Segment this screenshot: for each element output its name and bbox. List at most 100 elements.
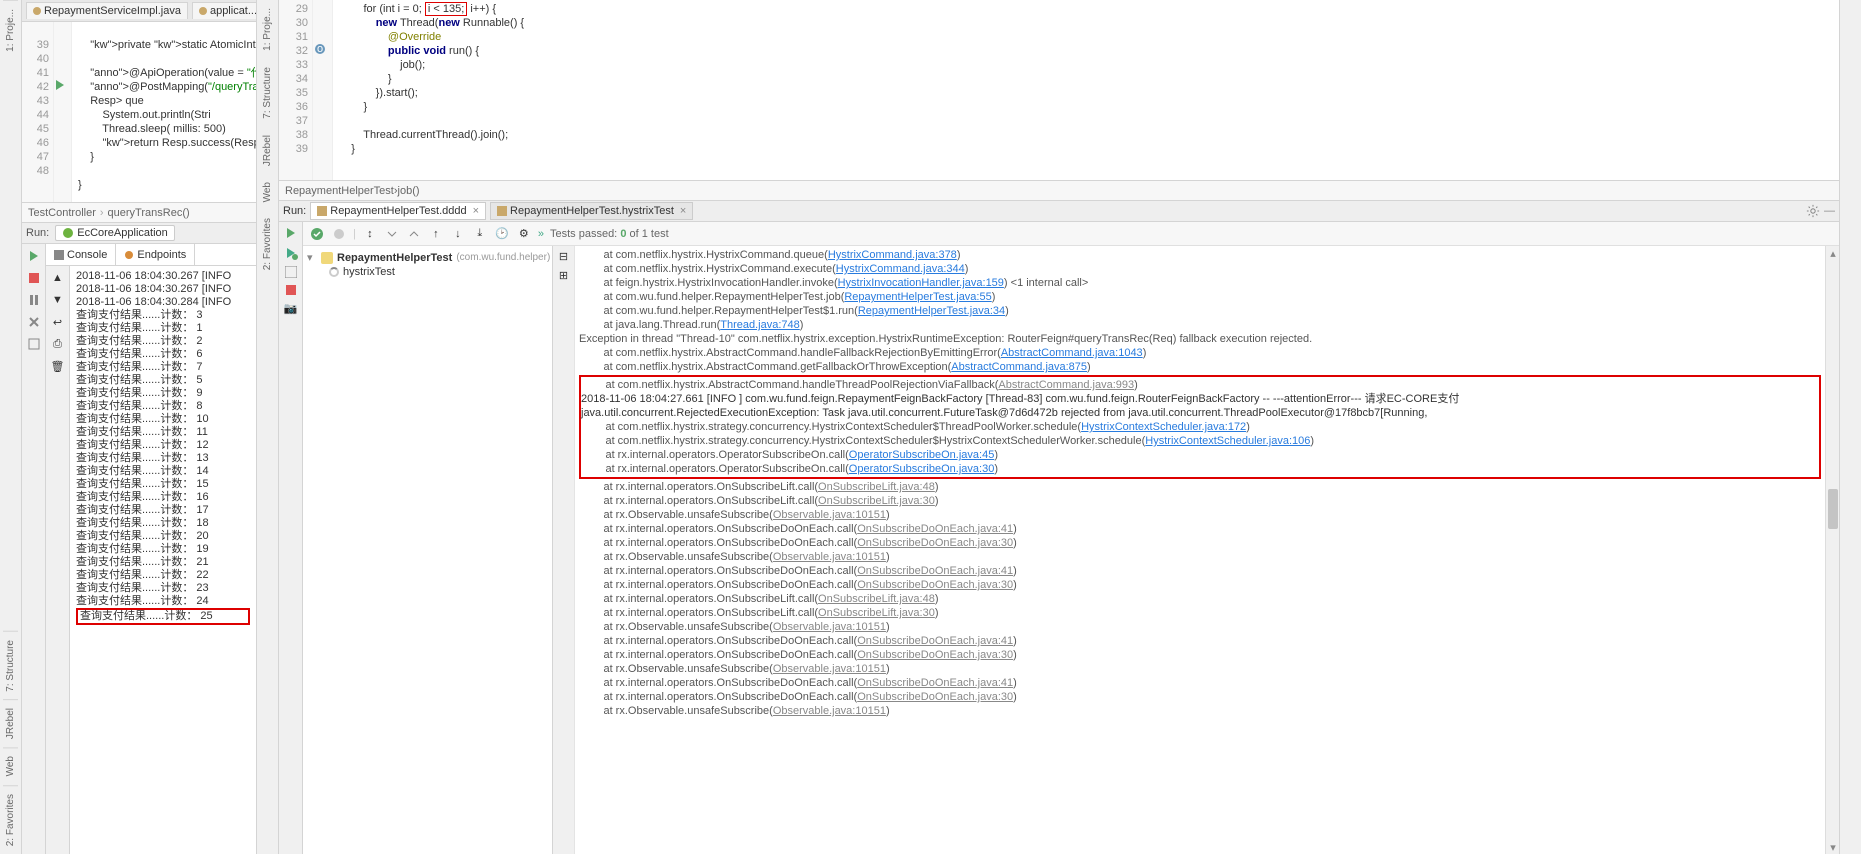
scroll-down-icon[interactable]: ▾ [1826,840,1840,854]
tree-test-node[interactable]: hystrixTest [307,265,550,279]
next-button[interactable]: ↓ [450,226,466,242]
console-side-toolbar: ▲ ▼ ↩ ⎙ 🗑 [46,266,70,854]
history-button[interactable]: 🕑 [494,226,510,242]
show-ignored-button[interactable] [331,226,347,242]
minimize-icon[interactable]: — [1824,205,1835,217]
strip-web-tab[interactable]: Web [3,747,18,784]
left-tool-strip: 1: Proje... 7: Structure JRebel Web 2: F… [0,0,22,854]
stack-trace-output[interactable]: at com.netflix.hystrix.HystrixCommand.qu… [575,246,1825,854]
editor-tab-label: RepaymentServiceImpl.java [44,5,181,17]
test-tree[interactable]: ▾RepaymentHelperTest (com.wu.fund.helper… [303,246,554,854]
tree-root[interactable]: ▾RepaymentHelperTest (com.wu.fund.helper… [307,250,550,265]
trash-button[interactable]: 🗑 [50,358,66,374]
endpoints-icon [124,250,134,260]
strip-project-tab[interactable]: 1: Proje... [3,0,18,60]
left-run-header: Run: EcCoreApplication [22,222,256,244]
right-editor-column: 2930313233343536373839 o for (int i = 0;… [279,0,1839,854]
file-icon [199,7,207,15]
wrap-button[interactable]: ↩ [50,314,66,330]
scroll-up-icon[interactable]: ▴ [1826,246,1840,260]
left-editor-tabs: RepaymentServiceImpl.java applicat... [22,0,256,22]
run-tab-dddd[interactable]: RepaymentHelperTest.dddd× [310,202,486,220]
mid-jrebel-tab[interactable]: JRebel [260,127,275,174]
test-config-icon [317,206,327,216]
test-toolbar: | ↕ ↑ ↓ ⤓ 🕑 ⚙ » Tests passed: 0 of 1 tes… [303,222,1839,246]
left-code-area[interactable]: "kw">private "kw">static AtomicInteger "… [72,22,256,202]
mid-structure-tab[interactable]: 7: Structure [260,59,275,127]
collapse-frames-button[interactable]: ⊟ [559,250,568,263]
run-config-selector[interactable]: EcCoreApplication [55,225,175,241]
dump-button[interactable]: 📷 [284,302,298,315]
strip-structure-tab[interactable]: 7: Structure [3,631,18,700]
right-run-toolbar: 📷 [279,222,303,854]
vertical-scrollbar[interactable]: ▴ ▾ [1825,246,1839,854]
chevron-down-icon: ▾ [307,251,317,264]
toggle-auto-button[interactable] [285,266,297,278]
right-tool-strip [1839,0,1861,854]
breadcrumb-class[interactable]: RepaymentHelperTest [285,185,394,197]
left-breadcrumb: TestController › queryTransRec() [22,202,256,222]
right-gutter-icons: o [313,0,333,180]
left-console-output[interactable]: 2018-11-06 18:04:30.267 [INFO2018-11-06 … [70,266,256,854]
editor-tab-repayment[interactable]: RepaymentServiceImpl.java [26,2,188,19]
left-gutter: 39404142434445464748 [22,22,54,202]
print-button[interactable]: ⎙ [50,336,66,352]
endpoints-tab[interactable]: Endpoints [116,244,195,265]
run.tab-hystrix[interactable]: RepaymentHelperTest.hystrixTest× [490,202,693,220]
spinner-icon [329,267,339,277]
mid-project-tab[interactable]: 1: Proje... [260,0,275,59]
strip-jrebel-tab[interactable]: JRebel [3,699,18,747]
console-icon [54,250,64,260]
test-body: ▾RepaymentHelperTest (com.wu.fund.helper… [303,246,1839,854]
layout-button[interactable] [26,336,42,352]
package-icon [321,252,333,264]
mid-web-tab[interactable]: Web [260,174,275,210]
rerun-button[interactable] [284,226,298,240]
breadcrumb-method[interactable]: job() [398,185,420,197]
stop-button[interactable] [285,284,297,296]
exit-button[interactable] [26,314,42,330]
left-run-body: Console Endpoints ▲ ▼ ↩ ⎙ 🗑 2018-11-06 1… [22,244,256,854]
export-button[interactable]: ⤓ [472,226,488,242]
right-code-area[interactable]: for (int i = 0; i < 135; i++) { new Thre… [333,0,1839,180]
left-editor[interactable]: 39404142434445464748 "kw">private "kw">s… [22,22,256,202]
breadcrumb-method[interactable]: queryTransRec() [108,207,190,219]
editor-tab-application[interactable]: applicat... [192,2,256,19]
gear-icon[interactable] [1806,204,1820,218]
run-label: Run: [283,205,306,217]
strip-favorites-tab[interactable]: 2: Favorites [3,785,18,854]
settings-button[interactable]: ⚙ [516,226,532,242]
sort-button[interactable]: ↕ [362,226,378,242]
override-gutter-icon[interactable]: o [313,42,327,56]
pause-button[interactable] [26,292,42,308]
rerun-button[interactable] [26,248,42,264]
left-editor-column: RepaymentServiceImpl.java applicat... 39… [22,0,257,854]
prev-button[interactable]: ↑ [428,226,444,242]
mid-favorites-tab[interactable]: 2: Favorites [260,210,275,278]
right-breadcrumb: RepaymentHelperTest › job() [279,180,1839,200]
expand-frames-button[interactable]: ⊞ [559,269,568,282]
left-gutter-icons [54,22,72,202]
breadcrumb-class[interactable]: TestController [28,207,96,219]
run-gutter-icon[interactable] [54,78,66,92]
left-run-toolbar [22,244,46,854]
svg-text:o: o [317,43,323,55]
output-side-toolbar: ⊟ ⊞ [553,246,575,854]
left-console-wrap: Console Endpoints ▲ ▼ ↩ ⎙ 🗑 2018-11-06 1… [46,244,256,854]
close-icon[interactable]: × [680,205,686,217]
down-button[interactable]: ▼ [50,292,66,308]
stop-button[interactable] [26,270,42,286]
scrollbar-thumb[interactable] [1828,489,1838,529]
up-button[interactable]: ▲ [50,270,66,286]
right-run-body: 📷 | ↕ ↑ ↓ ⤓ 🕑 ⚙ » Tests passed: 0 of 1 t… [279,222,1839,854]
collapse-button[interactable] [406,226,422,242]
expand-button[interactable] [384,226,400,242]
right-editor[interactable]: 2930313233343536373839 o for (int i = 0;… [279,0,1839,180]
close-icon[interactable]: × [473,205,479,217]
spring-boot-icon [62,227,74,239]
console-tab[interactable]: Console [46,244,116,265]
run-label: Run: [26,227,49,239]
chevron-right-icon: › [100,207,104,219]
rerun-failed-button[interactable] [284,246,298,260]
show-passed-button[interactable] [309,226,325,242]
